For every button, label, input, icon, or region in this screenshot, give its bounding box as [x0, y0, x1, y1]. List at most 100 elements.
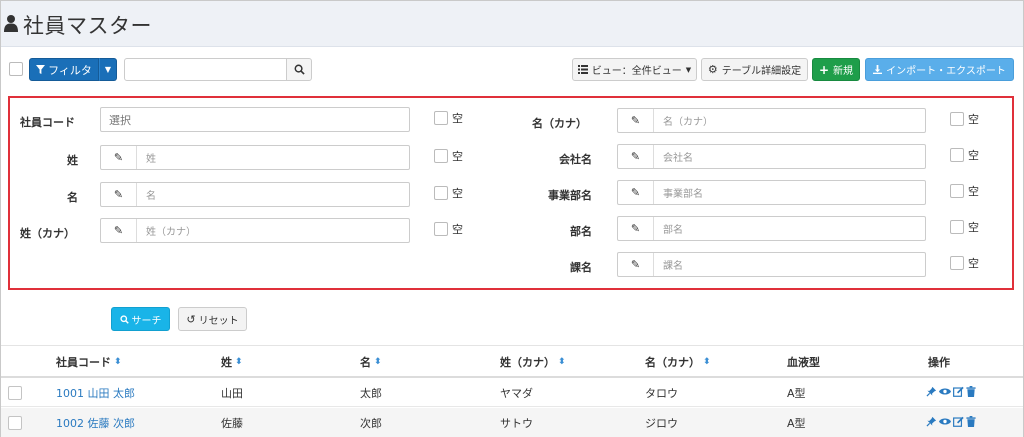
edit-icon[interactable]: [953, 416, 964, 427]
empty-checkbox[interactable]: [434, 222, 448, 236]
division-placeholder: 事業部名: [663, 189, 703, 200]
pencil-icon: ✎: [101, 146, 137, 169]
row-checkbox[interactable]: [8, 386, 22, 400]
new-button[interactable]: + 新規: [812, 58, 860, 81]
column-header-sei[interactable]: 姓 ⬍: [221, 354, 243, 370]
pencil-icon: ✎: [618, 253, 654, 276]
table-settings-button[interactable]: ⚙ テーブル詳細設定: [701, 58, 808, 81]
empty-label: 空: [968, 257, 979, 270]
filter-label-division: 事業部名: [548, 189, 592, 202]
search-button-label: サーチ: [131, 315, 162, 327]
sei-kana-field[interactable]: ✎ 姓（カナ）: [100, 218, 410, 243]
eye-icon[interactable]: [939, 386, 951, 397]
filter-label-company: 会社名: [559, 153, 592, 166]
caret-down-icon: ▼: [685, 65, 692, 74]
download-icon: [873, 65, 883, 74]
cell-sei-kana: サトウ: [500, 417, 533, 430]
pencil-icon: ✎: [618, 181, 654, 204]
gear-icon: ⚙: [707, 63, 718, 76]
company-field[interactable]: ✎ 会社名: [617, 144, 926, 169]
empty-label: 空: [968, 221, 979, 234]
column-header-code[interactable]: 社員コード ⬍: [56, 354, 122, 370]
edit-icon[interactable]: [953, 386, 964, 397]
empty-label: 空: [968, 113, 979, 126]
column-header-label: 社員コード: [56, 356, 111, 369]
company-empty[interactable]: 空: [950, 147, 979, 163]
employee-code-select[interactable]: 選択: [100, 107, 410, 132]
empty-checkbox[interactable]: [434, 149, 448, 163]
pin-icon[interactable]: [926, 416, 937, 427]
pencil-icon: ✎: [618, 217, 654, 240]
empty-checkbox[interactable]: [950, 184, 964, 198]
search-button[interactable]: サーチ: [111, 307, 170, 331]
sei-field[interactable]: ✎ 姓: [100, 145, 410, 170]
filter-dropdown-toggle[interactable]: ▼: [99, 58, 117, 81]
column-header-sei-kana[interactable]: 姓（カナ） ⬍: [500, 354, 566, 370]
mei-field[interactable]: ✎ 名: [100, 182, 410, 207]
mei-kana-empty[interactable]: 空: [950, 111, 979, 127]
empty-checkbox[interactable]: [950, 112, 964, 126]
sei-empty[interactable]: 空: [434, 148, 463, 164]
mei-kana-placeholder: 名（カナ）: [663, 117, 713, 128]
sei-kana-placeholder: 姓（カナ）: [146, 227, 196, 238]
list-icon: [577, 65, 588, 74]
sort-icon: ⬍: [558, 356, 566, 367]
mei-empty[interactable]: 空: [434, 185, 463, 201]
new-button-label: 新規: [833, 66, 854, 77]
column-header-mei[interactable]: 名 ⬍: [360, 354, 382, 370]
undo-icon: ↺: [186, 312, 196, 326]
filter-label-employee-code: 社員コード: [20, 116, 75, 129]
view-select-button[interactable]: ビュー：全件ビュー ▼: [572, 58, 697, 81]
department-empty[interactable]: 空: [950, 219, 979, 235]
table-divider: [1, 345, 1023, 346]
empty-checkbox[interactable]: [434, 111, 448, 125]
division-field[interactable]: ✎ 事業部名: [617, 180, 926, 205]
sort-icon: ⬍: [235, 356, 243, 367]
section-placeholder: 課名: [663, 261, 683, 272]
sei-kana-empty[interactable]: 空: [434, 221, 463, 237]
row-checkbox[interactable]: [8, 416, 22, 430]
division-empty[interactable]: 空: [950, 183, 979, 199]
empty-checkbox[interactable]: [950, 220, 964, 234]
import-export-button[interactable]: インポート・エクスポート: [865, 58, 1014, 81]
employee-link[interactable]: 1002 佐藤 次郎: [56, 415, 135, 431]
eye-icon[interactable]: [939, 416, 951, 427]
empty-label: 空: [452, 112, 463, 125]
reset-button[interactable]: ↺ リセット: [178, 307, 247, 331]
cell-sei: 山田: [221, 387, 243, 400]
filter-label-sei: 姓: [67, 154, 78, 167]
department-placeholder: 部名: [663, 225, 683, 236]
import-export-label: インポート・エクスポート: [886, 66, 1006, 77]
filter-icon: [36, 65, 46, 74]
filter-label-department: 部名: [570, 225, 592, 238]
empty-label: 空: [452, 150, 463, 163]
department-field[interactable]: ✎ 部名: [617, 216, 926, 241]
row-actions: [926, 386, 976, 397]
empty-checkbox[interactable]: [950, 256, 964, 270]
search-submit-button[interactable]: [286, 58, 312, 81]
section-empty[interactable]: 空: [950, 255, 979, 271]
search-icon: [294, 64, 305, 75]
trash-icon[interactable]: [966, 416, 976, 427]
empty-checkbox[interactable]: [434, 186, 448, 200]
employee-code-empty[interactable]: 空: [434, 110, 463, 126]
select-all-checkbox[interactable]: [9, 62, 23, 76]
section-field[interactable]: ✎ 課名: [617, 252, 926, 277]
column-header-mei-kana[interactable]: 名（カナ） ⬍: [645, 354, 711, 370]
page-title: 社員マスター: [23, 14, 152, 38]
sei-placeholder: 姓: [146, 154, 156, 165]
company-placeholder: 会社名: [663, 153, 693, 164]
trash-icon[interactable]: [966, 386, 976, 397]
employee-link[interactable]: 1001 山田 太郎: [56, 385, 135, 401]
empty-checkbox[interactable]: [950, 148, 964, 162]
search-input[interactable]: [124, 58, 287, 81]
view-select-label: ビュー：全件ビュー: [591, 66, 682, 77]
plus-icon: +: [818, 62, 830, 77]
cell-mei-kana: ジロウ: [645, 417, 678, 430]
mei-kana-field[interactable]: ✎ 名（カナ）: [617, 108, 926, 133]
pin-icon[interactable]: [926, 386, 937, 397]
cell-sei-kana: ヤマダ: [500, 387, 533, 400]
empty-label: 空: [452, 187, 463, 200]
filter-label-sei-kana: 姓（カナ）: [20, 227, 75, 240]
filter-button[interactable]: フィルタ: [29, 58, 99, 81]
